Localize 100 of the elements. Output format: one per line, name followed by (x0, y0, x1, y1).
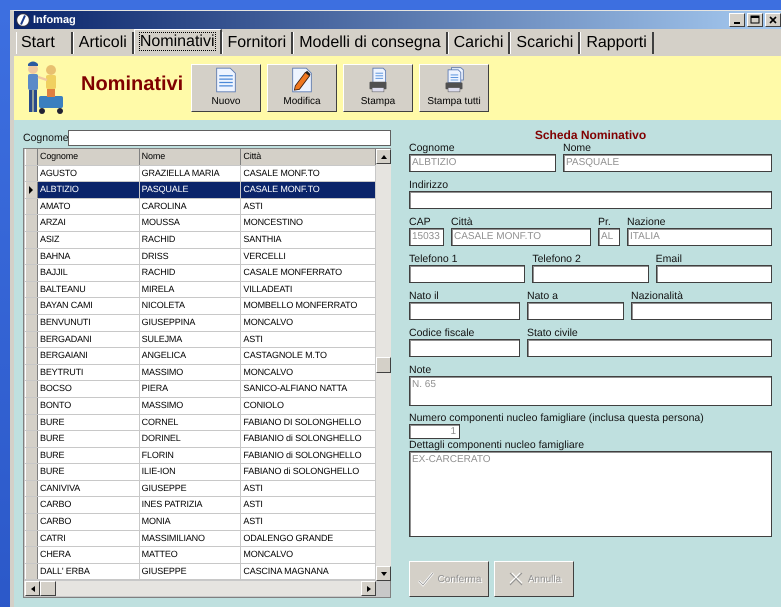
tab[interactable]: Start (16, 32, 73, 54)
left-arrow-icon (28, 584, 36, 592)
table-row[interactable]: CATRI MASSIMILIANO ODALENGO GRANDE (25, 530, 376, 548)
scroll-thumb[interactable] (40, 581, 56, 596)
table-cell: BURE (38, 464, 140, 480)
table-cell: ARZAI (38, 215, 140, 231)
tab[interactable]: Articoli (72, 32, 134, 54)
tab[interactable]: Carichi (448, 32, 510, 54)
table-row[interactable]: ASIZ RACHID SANTHIA (25, 232, 376, 249)
table-cell: DALL' ERBA (38, 564, 140, 580)
row-pointer-icon (28, 184, 34, 195)
table-cell: BALTEANU (38, 282, 140, 298)
table-cell: MASSIMO (140, 398, 242, 414)
scroll-up-button[interactable] (376, 149, 391, 164)
minimize-button[interactable] (729, 13, 745, 27)
table-cell: MASSIMO (140, 364, 242, 380)
table-row[interactable]: BALTEANU MIRELA VILLADEATI (25, 282, 376, 298)
table-row[interactable]: BONTO MASSIMO CONIOLO (25, 398, 376, 414)
table-cell: NICOLETA (140, 298, 242, 314)
table-row[interactable]: CANIVIVA GIUSEPPE ASTI (25, 480, 376, 498)
table-cell: FLORIN (140, 448, 242, 464)
table-cell: GIUSEPPE (140, 480, 242, 496)
input-field[interactable] (409, 302, 520, 320)
table-cell: BOCSO (38, 381, 140, 397)
table-row[interactable]: CARBO MONIA ASTI (25, 514, 376, 531)
table-row[interactable]: BURE FLORIN FABIANIO di SOLONGHELLO (25, 448, 376, 464)
table-row[interactable]: ALBTIZIO PASQUALE CASALE MONF.TO (25, 182, 376, 199)
field-label: Cognome (409, 142, 456, 154)
toolbar-button[interactable]: Nuovo (191, 64, 261, 112)
minimize-icon (734, 22, 740, 24)
search-label: Cognome (23, 132, 68, 144)
table-row[interactable]: BAJJIL RACHID CASALE MONFERRATO (25, 265, 376, 282)
table-cell: ASIZ (38, 232, 140, 248)
table-row[interactable]: BERGADANI SULEJMA ASTI (25, 332, 376, 348)
toolbar-button[interactable]: Stampa tutti (419, 64, 489, 112)
table-cell: CHERA (38, 547, 140, 563)
table-row[interactable]: CHERA MATTEO MONCALVO (25, 547, 376, 564)
scroll-right-button[interactable] (361, 581, 376, 596)
table-cell: PASQUALE (140, 182, 242, 198)
table-row[interactable]: BURE ILIE-ION FABIANO di SOLONGHELLO (25, 464, 376, 481)
column-header[interactable]: Cognome (38, 149, 140, 165)
table-row[interactable]: BURE DORINEL FABIANIO di SOLONGHELLO (25, 431, 376, 448)
table-cell: INES PATRIZIA (140, 497, 242, 514)
scroll-thumb[interactable] (376, 357, 391, 373)
scroll-down-button[interactable] (376, 566, 391, 581)
table-cell: MOUSSA (140, 215, 242, 231)
input-field[interactable] (527, 339, 772, 357)
input-field[interactable] (527, 302, 624, 320)
vertical-scrollbar[interactable] (376, 149, 391, 581)
field-label: Telefono 1 (409, 253, 458, 265)
table-row[interactable]: BAYAN CAMI NICOLETA MOMBELLO MONFERRATO (25, 298, 376, 315)
table-row[interactable]: CARBO INES PATRIZIA ASTI (25, 497, 376, 514)
table-cell: MATTEO (140, 547, 242, 563)
tab[interactable]: Fornitori (222, 32, 294, 54)
table-cell: CAROLINA (140, 198, 242, 214)
input-field[interactable] (631, 302, 772, 320)
input-field[interactable] (532, 265, 649, 283)
table-cell: BURE (38, 448, 140, 464)
table-cell: BURE (38, 431, 140, 447)
input-field[interactable] (409, 191, 772, 209)
field-label: Nato il (409, 290, 440, 302)
table-cell: BURE (38, 414, 140, 430)
table-row[interactable]: BOCSO PIERA SANICO-ALFIANO NATTA (25, 381, 376, 398)
maximize-button[interactable] (747, 13, 763, 27)
field-label: Email (656, 253, 683, 265)
table-row[interactable]: BENVUNUTI GIUSEPPINA MONCALVO (25, 314, 376, 332)
toolbar-button[interactable]: Stampa (343, 64, 413, 112)
horizontal-scrollbar[interactable] (24, 581, 376, 596)
toolbar-button[interactable]: Modifica (267, 64, 337, 112)
table-row[interactable]: BURE CORNEL FABIANO DI SOLONGHELLO (25, 414, 376, 432)
table-row[interactable]: AMATO CAROLINA ASTI (25, 198, 376, 216)
table-row[interactable]: AGUSTO GRAZIELLA MARIA CASALE MONF.TO (25, 166, 376, 182)
document-icon (215, 67, 237, 93)
input-field[interactable] (409, 265, 526, 283)
tab[interactable]: Scarichi (510, 32, 580, 54)
column-header[interactable]: Nome (140, 149, 242, 165)
tab[interactable]: Rapporti (580, 32, 654, 54)
input-field[interactable] (656, 265, 772, 283)
table-cell: ALBTIZIO (38, 182, 140, 198)
table-cell: BERGAIANI (38, 348, 140, 364)
table-row[interactable]: ARZAI MOUSSA MONCESTINO (25, 215, 376, 232)
table-cell: BEYTRUTI (38, 364, 140, 380)
table-row[interactable]: BEYTRUTI MASSIMO MONCALVO (25, 364, 376, 382)
table-row[interactable]: BERGAIANI ANGELICA CASTAGNOLE M.TO (25, 348, 376, 365)
table-cell: CARBO (38, 497, 140, 514)
close-button[interactable] (765, 13, 781, 27)
input-field[interactable] (409, 339, 520, 357)
tab[interactable]: Nominativi (134, 29, 222, 54)
scroll-left-button[interactable] (25, 581, 40, 596)
field-label: Indirizzo (409, 179, 450, 191)
table-row[interactable]: BAHNA DRISS VERCELLI (25, 248, 376, 266)
field-label: Telefono 2 (532, 253, 582, 265)
table-cell: CASALE MONF.TO (241, 182, 376, 198)
table-cell: BERGADANI (38, 332, 140, 348)
tab[interactable]: Modelli di consegna (293, 32, 448, 54)
table-cell: RACHID (140, 232, 242, 248)
table-cell: MASSIMILIANO (140, 530, 242, 546)
right-arrow-icon (364, 584, 372, 592)
search-field[interactable] (68, 130, 391, 146)
table-row[interactable]: DALL' ERBA GIUSEPPE CASCINA MAGNANA (25, 564, 376, 580)
